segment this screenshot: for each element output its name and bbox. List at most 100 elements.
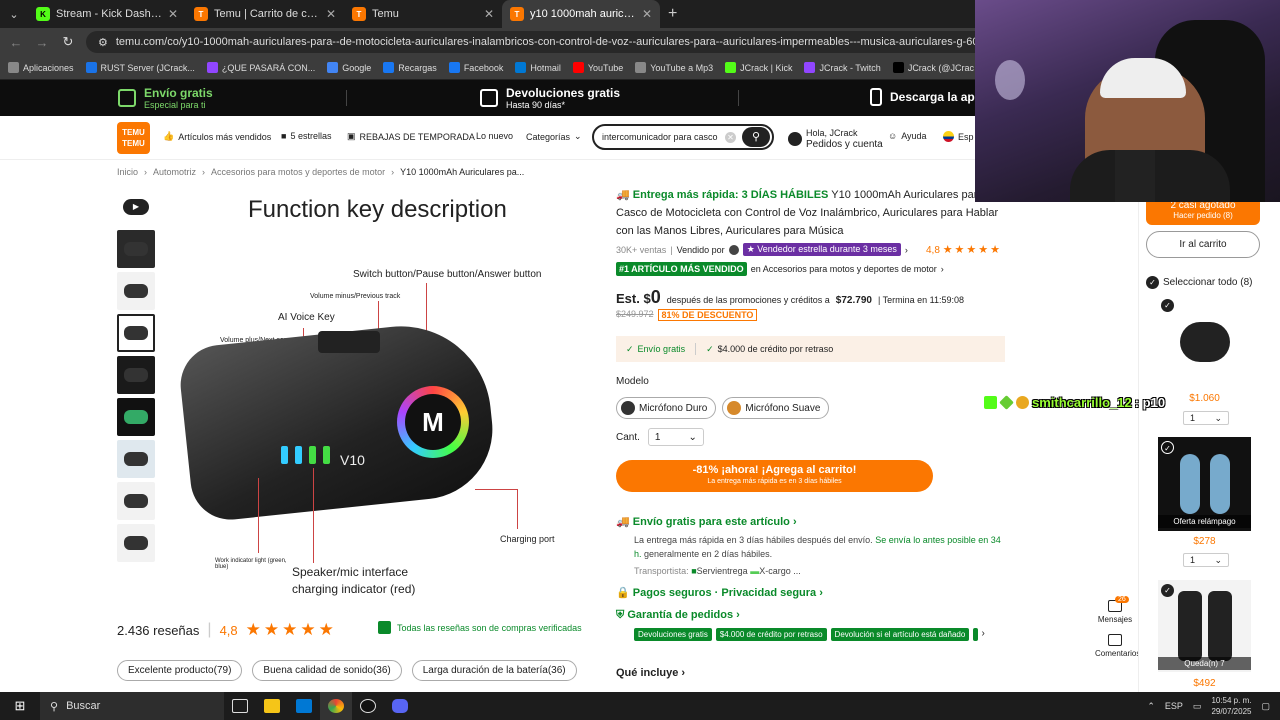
item-checkbox[interactable]: ✓	[1161, 584, 1174, 597]
thumbnail[interactable]	[117, 482, 155, 520]
nav-new[interactable]: Lo nuevo	[476, 131, 513, 141]
discord-icon[interactable]	[384, 692, 416, 720]
seller-badge[interactable]: ★ Vendedor estrella durante 3 meses	[742, 243, 901, 256]
thumbnail[interactable]	[117, 398, 155, 436]
search-input[interactable]: intercomunicador para casco ✕ ⚲	[592, 124, 774, 150]
thumbnail[interactable]	[117, 230, 155, 268]
outlook-icon[interactable]	[288, 692, 320, 720]
file-explorer-icon[interactable]	[256, 692, 288, 720]
free-shipping-banner[interactable]: Envío gratis Especial para ti	[118, 86, 213, 110]
cart-item-quantity[interactable]: 1 ⌄	[1183, 553, 1229, 567]
seller-row: 30K+ ventas | Vendido por ★ Vendedor est…	[616, 243, 908, 256]
bookmark-item[interactable]: JCrack (@JCrac	[892, 62, 974, 73]
reviews-summary[interactable]: 2.436 reseñas | 4,8 ★★★★★	[117, 620, 337, 640]
search-button[interactable]: ⚲	[742, 127, 770, 147]
review-tag-chip[interactable]: Buena calidad de sonido(36)	[252, 660, 402, 681]
thumbnail[interactable]	[117, 272, 155, 310]
order-guarantee-link[interactable]: ⛨ Garantía de pedidos ›	[616, 609, 740, 622]
model-option-hard-mic[interactable]: Micrófono Duro	[616, 397, 717, 419]
shipping-heading[interactable]: 🚚 Envío gratis para este artículo ›	[616, 515, 1006, 529]
breadcrumb-item[interactable]: Inicio	[117, 167, 138, 177]
input-language[interactable]: ESP	[1165, 701, 1183, 711]
bookmark-item[interactable]: JCrack | Kick	[725, 62, 792, 73]
review-tag-chip[interactable]: Excelente producto(79)	[117, 660, 243, 681]
network-icon[interactable]: ▭	[1193, 701, 1202, 712]
chevron-right-icon[interactable]: ›	[982, 628, 985, 641]
tab-temu-cart[interactable]: T Temu | Carrito de compras ✕	[186, 0, 344, 28]
tab-temu[interactable]: T Temu ✕	[344, 0, 502, 28]
breadcrumb-item[interactable]: Accesorios para motos y deportes de moto…	[211, 167, 385, 177]
pointer-line	[258, 478, 259, 553]
thumbnail[interactable]	[117, 524, 155, 562]
nav-categories[interactable]: Categorías ⌄	[526, 131, 582, 142]
messages-label: Mensajes	[1097, 615, 1133, 624]
product-rating[interactable]: 4,8 ★★★★★	[926, 243, 1002, 256]
back-icon[interactable]: ←	[8, 35, 24, 50]
model-option-soft-mic[interactable]: Micrófono Suave	[722, 397, 830, 419]
item-checkbox[interactable]: ✓	[1161, 441, 1174, 454]
go-to-cart-button[interactable]: Ir al carrito	[1146, 231, 1260, 258]
windows-start-icon[interactable]: ⊞	[0, 698, 40, 714]
bookmark-item[interactable]: Google	[327, 62, 371, 73]
download-app-banner[interactable]: Descarga la app	[870, 88, 982, 106]
select-all-checkbox[interactable]: ✓ Seleccionar todo (8)	[1146, 276, 1253, 289]
forward-icon[interactable]: →	[34, 35, 50, 50]
bookmark-item[interactable]: Facebook	[448, 62, 503, 73]
close-icon[interactable]: ✕	[642, 7, 652, 21]
taskbar-search[interactable]: ⚲ Buscar	[40, 692, 224, 720]
thumbnail-video[interactable]: ▶	[117, 188, 155, 226]
chevron-up-icon[interactable]: ⌃	[1147, 701, 1155, 712]
site-info-icon[interactable]: ⚙	[98, 36, 108, 49]
secure-payments-link[interactable]: 🔒 Pagos seguros · Privacidad segura ›	[616, 586, 823, 599]
bookmark-item[interactable]: ¿QUE PASARÁ CON...	[206, 62, 315, 73]
tab-kick-dashboard[interactable]: K Stream - Kick Dashboard ✕	[28, 0, 186, 28]
bookmark-item[interactable]: JCrack - Twitch	[804, 62, 881, 73]
main-product-image[interactable]: Function key description Switch button/P…	[163, 188, 578, 600]
reload-icon[interactable]: ↻	[60, 34, 76, 50]
close-icon[interactable]: ✕	[326, 7, 336, 21]
tab-search-icon[interactable]: ⌄	[0, 0, 28, 28]
best-seller-row[interactable]: #1 ARTÍCULO MÁS VENDIDO en Accesorios pa…	[616, 262, 944, 276]
language-selector[interactable]: Esp	[943, 131, 974, 142]
task-view-icon[interactable]	[224, 692, 256, 720]
review-tag-chip[interactable]: Larga duración de la batería(36)	[411, 660, 577, 681]
account-menu[interactable]: Hola, JCrack Pedidos y cuenta	[788, 128, 883, 150]
chrome-icon[interactable]	[320, 692, 352, 720]
seller-avatar[interactable]	[728, 244, 739, 255]
cart-item-quantity[interactable]: 1 ⌄	[1183, 411, 1229, 425]
breadcrumb-item[interactable]: Automotriz	[153, 167, 196, 177]
bookmark-item[interactable]: Aplicaciones	[8, 62, 74, 73]
countdown-timer[interactable]: | Termina en 11:59:08	[878, 295, 964, 305]
clear-icon[interactable]: ✕	[725, 131, 736, 143]
best-seller-category: en Accesorios para motos y deportes de m…	[750, 264, 937, 274]
logo-text: TEMU	[122, 127, 145, 137]
original-price-row: $249.972 81% DE DESCUENTO	[616, 309, 758, 321]
clock[interactable]: 10:54 p. m. 29/07/2025	[1211, 695, 1251, 717]
item-checkbox[interactable]: ✓	[1161, 299, 1174, 312]
add-to-cart-button[interactable]: -81% ¡ahora! ¡Agrega al carrito! La entr…	[616, 460, 933, 492]
whats-included-link[interactable]: Qué incluye ›	[616, 667, 685, 679]
thumbnail[interactable]	[117, 440, 155, 478]
messages-button[interactable]: 26 Mensajes	[1095, 596, 1135, 624]
close-icon[interactable]: ✕	[484, 7, 494, 21]
free-returns-banner[interactable]: Devoluciones gratis Hasta 90 días*	[480, 86, 620, 110]
nav-season-sale[interactable]: ▣ REBAJAS DE TEMPORADA	[347, 131, 475, 142]
new-tab-icon[interactable]: +	[660, 5, 685, 23]
bookmark-item[interactable]: RUST Server (JCrack...	[85, 62, 195, 73]
comments-button[interactable]: Comentarios	[1095, 634, 1140, 658]
bookmark-item[interactable]: Hotmail	[515, 62, 561, 73]
bookmark-item[interactable]: YouTube	[572, 62, 623, 73]
nav-five-stars[interactable]: ■ 5 estrellas	[281, 131, 331, 141]
tab-product[interactable]: T y10 1000mah auriculares moto ✕	[502, 0, 660, 28]
obs-icon[interactable]	[352, 692, 384, 720]
quantity-select[interactable]: 1 ⌄	[647, 428, 704, 446]
help-link[interactable]: ☺ Ayuda	[888, 131, 927, 141]
nav-best-sellers[interactable]: 👍 Artículos más vendidos	[163, 131, 271, 142]
temu-logo[interactable]: TEMU TEMU	[117, 122, 150, 154]
bookmark-item[interactable]: YouTube a Mp3	[635, 62, 713, 73]
thumbnail-selected[interactable]	[117, 314, 155, 352]
close-icon[interactable]: ✕	[168, 7, 178, 21]
thumbnail[interactable]	[117, 356, 155, 394]
bookmark-item[interactable]: Recargas	[383, 62, 437, 73]
notification-icon[interactable]: ▢	[1261, 701, 1270, 712]
